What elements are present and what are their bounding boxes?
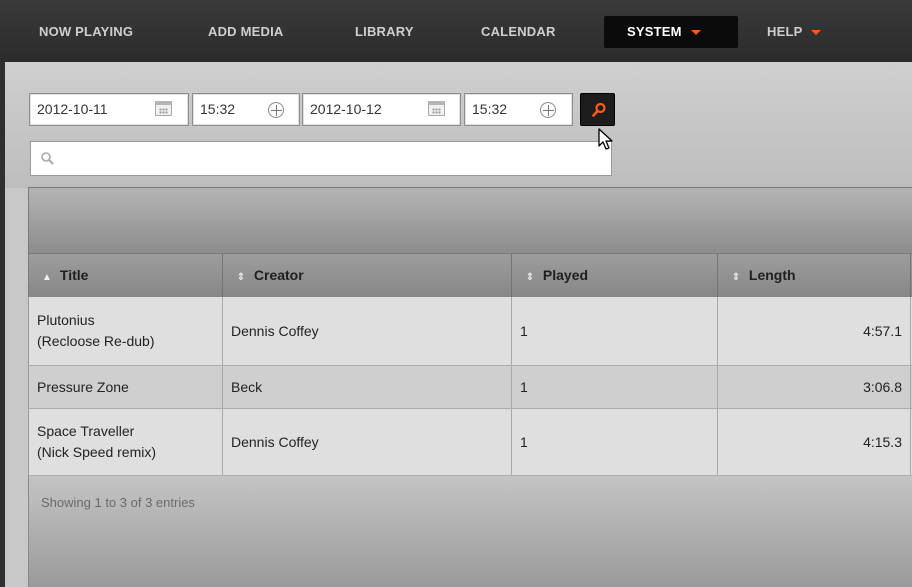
title-subline: (Nick Speed remix) [37, 444, 157, 460]
played-value: 1 [520, 322, 528, 339]
cell-played: 1 [512, 297, 718, 365]
clock-icon[interactable] [540, 102, 556, 118]
sort-ascending-icon: ▲ [42, 272, 52, 283]
nav-add-media[interactable]: ADD MEDIA [208, 16, 283, 48]
table-row[interactable]: Space Traveller (Nick Speed remix) Dennis… [28, 409, 912, 476]
caret-down-icon [690, 30, 701, 36]
cell-title: Space Traveller (Nick Speed remix) [29, 409, 223, 475]
column-played-label: Played [542, 267, 589, 283]
length-value: 3:06.8 [863, 378, 902, 395]
title-line: Pressure Zone [37, 378, 129, 395]
end-date-value: 2012-10-12 [310, 101, 382, 117]
sort-both-icon: ⇕ [236, 272, 246, 283]
cell-creator: Dennis Coffey [223, 409, 512, 475]
cell-length: 4:15.3 [718, 409, 911, 475]
caret-down-icon [811, 30, 822, 36]
calendar-icon[interactable] [155, 101, 172, 116]
column-header-title[interactable]: ▲ Title [29, 254, 223, 297]
creator-value: Dennis Coffey [231, 433, 319, 450]
title-subline: (Recloose Re-dub) [37, 333, 155, 349]
played-value: 1 [520, 378, 528, 395]
length-value: 4:57.1 [863, 322, 902, 339]
nav-system-label: SYSTEM [627, 24, 682, 39]
length-value: 4:15.3 [863, 433, 902, 450]
title-line: Plutonius [37, 312, 95, 328]
nav-now-playing[interactable]: NOW PLAYING [39, 16, 133, 48]
cell-length: 3:06.8 [718, 366, 911, 408]
search-input[interactable] [30, 141, 612, 176]
nav-library[interactable]: LIBRARY [355, 16, 414, 48]
table-footer: Showing 1 to 3 of 3 entries [28, 476, 912, 587]
end-date-field[interactable]: 2012-10-12 [302, 93, 461, 126]
table-header: ▲ Title ⇕ Creator ⇕ Played ⇕ Length [28, 254, 912, 297]
creator-value: Dennis Coffey [231, 322, 319, 339]
end-time-value: 15:32 [472, 101, 508, 117]
main-panel: 2012-10-11 15:32 2012-10-12 15:32 ▲ Titl… [5, 62, 912, 587]
cell-creator: Beck [223, 366, 512, 408]
filter-area: 2012-10-11 15:32 2012-10-12 15:32 [5, 62, 912, 188]
magnifier-icon [41, 152, 54, 165]
start-time-field[interactable]: 15:32 [192, 93, 300, 126]
column-creator-label: Creator [253, 267, 304, 283]
cell-title: Pressure Zone [29, 366, 223, 408]
top-nav: NOW PLAYING ADD MEDIA LIBRARY CALENDAR S… [0, 0, 912, 62]
cell-played: 1 [512, 366, 718, 408]
nav-help-label: HELP [767, 24, 803, 39]
table-toolbar [28, 187, 912, 254]
mouse-cursor-icon [598, 128, 613, 150]
played-value: 1 [520, 433, 528, 450]
column-header-creator[interactable]: ⇕ Creator [223, 254, 512, 297]
column-header-length[interactable]: ⇕ Length [718, 254, 911, 297]
end-time-field[interactable]: 15:32 [464, 93, 573, 126]
table-row[interactable]: Pressure Zone Beck 1 3:06.8 [28, 366, 912, 409]
cell-length: 4:57.1 [718, 297, 911, 365]
start-date-value: 2012-10-11 [37, 101, 108, 117]
title-line: Space Traveller [37, 423, 135, 439]
start-time-value: 15:32 [200, 101, 236, 117]
column-title-label: Title [59, 267, 89, 283]
search-icon [592, 102, 606, 117]
start-date-field[interactable]: 2012-10-11 [29, 93, 189, 126]
sort-both-icon: ⇕ [525, 272, 535, 283]
sort-both-icon: ⇕ [731, 272, 741, 283]
calendar-icon[interactable] [428, 101, 445, 116]
column-length-label: Length [748, 267, 796, 283]
nav-calendar[interactable]: CALENDAR [481, 16, 556, 48]
nav-help[interactable]: HELP [767, 16, 822, 48]
creator-value: Beck [231, 378, 263, 395]
cell-creator: Dennis Coffey [223, 297, 512, 365]
nav-system[interactable]: SYSTEM [604, 16, 738, 48]
table-info: Showing 1 to 3 of 3 entries [41, 495, 195, 510]
table-row[interactable]: Plutonius (Recloose Re-dub) Dennis Coffey… [28, 297, 912, 366]
column-header-played[interactable]: ⇕ Played [512, 254, 718, 297]
search-button[interactable] [580, 93, 615, 126]
cell-played: 1 [512, 409, 718, 475]
clock-icon[interactable] [268, 102, 284, 118]
cell-title: Plutonius (Recloose Re-dub) [29, 297, 223, 365]
